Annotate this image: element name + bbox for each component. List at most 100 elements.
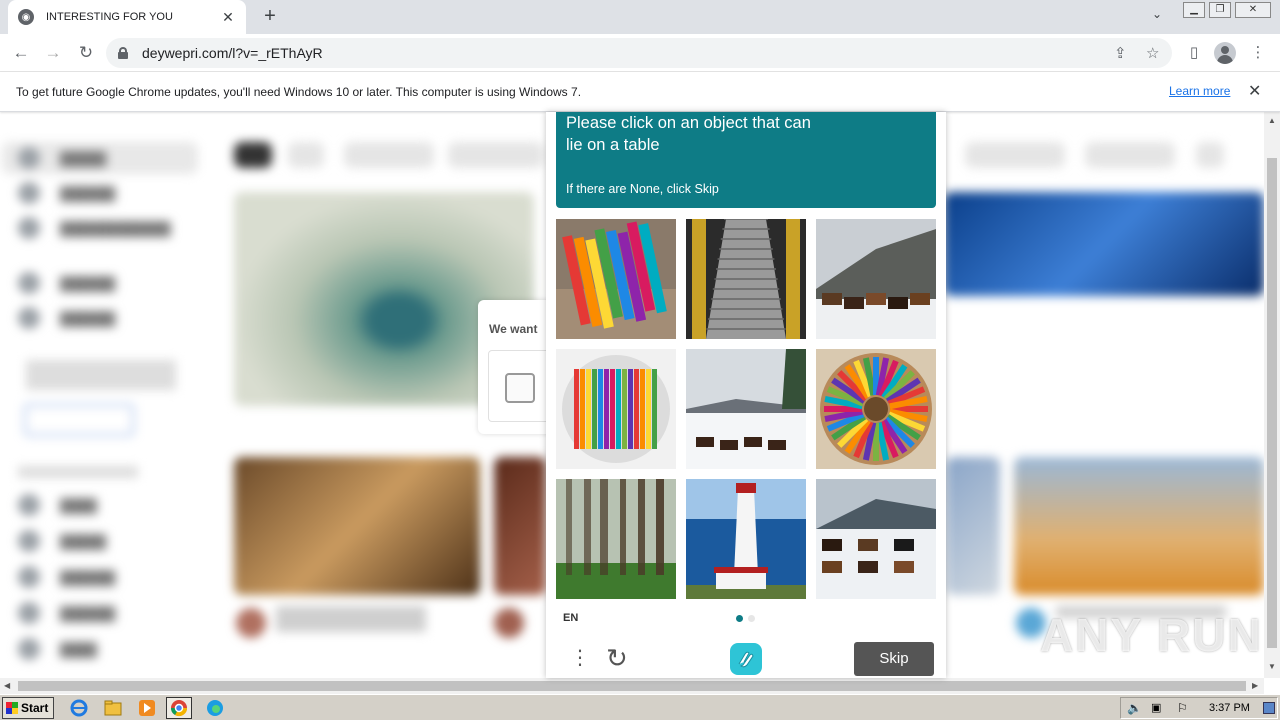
media-player-taskbar-icon[interactable] <box>134 697 160 719</box>
sidebar-row: ██████ <box>18 602 115 624</box>
human-checkbox[interactable] <box>505 373 535 403</box>
scroll-down-icon[interactable]: ▼ <box>1268 662 1276 671</box>
captcha-image-cows-snow-tree[interactable] <box>686 349 806 469</box>
home-icon <box>18 147 40 169</box>
captcha-image-art <box>556 349 676 469</box>
signin-blur <box>26 360 176 390</box>
show-desktop-icon[interactable] <box>1263 702 1275 714</box>
sidebar-row: ██████ <box>18 307 115 329</box>
chip-blur <box>288 142 324 168</box>
title-blur <box>276 606 426 632</box>
volume-icon[interactable]: 🔈 <box>1127 701 1142 715</box>
captcha-image-art <box>556 479 676 599</box>
phone-thumbnail <box>944 192 1264 296</box>
tab-close-icon[interactable]: ✕ <box>220 9 236 26</box>
captcha-image-lighthouse[interactable] <box>686 479 806 599</box>
explore-icon <box>18 182 40 204</box>
captcha-image-cows-mountain[interactable] <box>816 219 936 339</box>
chip-blur <box>965 142 1065 168</box>
forward-button[interactable]: → <box>42 42 64 64</box>
captcha-image-art <box>816 479 936 599</box>
share-icon[interactable]: ⇪ <box>1114 44 1127 62</box>
vertical-scrollbar[interactable]: ▲ ▼ <box>1264 112 1280 678</box>
restore-button[interactable]: ❐ <box>1209 2 1231 18</box>
lock-icon[interactable] <box>118 47 128 59</box>
infobar-message: To get future Google Chrome updates, you… <box>16 84 582 99</box>
captcha-image-colored-pencils-round[interactable] <box>556 349 676 469</box>
side-panel-icon[interactable]: ▯ <box>1184 43 1204 63</box>
address-bar[interactable]: deywepri.com/l?v=_rEThAyR ⇪ ☆ <box>106 38 1172 68</box>
captcha-image-foggy-forest[interactable] <box>556 479 676 599</box>
checkbox-card-text: We want <box>489 322 538 336</box>
bookmark-star-icon[interactable]: ☆ <box>1146 44 1159 62</box>
subscriptions-icon <box>18 217 40 239</box>
scroll-left-icon[interactable]: ◀ <box>4 681 10 690</box>
worker-thumbnail <box>1014 457 1264 595</box>
sidebar-blur-text: ██████ <box>60 185 116 201</box>
chip-blur <box>448 142 544 168</box>
chrome-taskbar-icon[interactable] <box>166 697 192 719</box>
sidebar-blur-text: █████ <box>60 150 107 166</box>
sidebar-row: ██████ <box>18 272 115 294</box>
back-button[interactable]: ← <box>10 42 32 64</box>
action-center-flag-icon[interactable]: ⚐ <box>1177 701 1188 715</box>
captcha-menu-icon[interactable]: ⋮ <box>570 648 590 668</box>
explorer-taskbar-icon[interactable] <box>100 697 126 719</box>
language-selector[interactable]: EN <box>563 612 578 624</box>
taskbar-clock[interactable]: 3:37 PM <box>1209 702 1250 714</box>
refresh-icon[interactable]: ↻ <box>606 644 628 672</box>
music-icon <box>18 494 40 516</box>
horizontal-scrollbar[interactable]: ◀ ▶ <box>0 678 1264 694</box>
scroll-up-icon[interactable]: ▲ <box>1268 116 1276 125</box>
chip-blur <box>234 142 272 168</box>
skip-button[interactable]: Skip <box>854 642 934 676</box>
sidebar-row: ████ <box>18 638 97 660</box>
browser-toolbar: ← → ↻ deywepri.com/l?v=_rEThAyR ⇪ ☆ ▯ ⋮ <box>0 34 1280 72</box>
sidebar-row: ██████ <box>18 566 115 588</box>
captcha-image-colored-pencils-cup[interactable] <box>556 219 676 339</box>
vertical-scroll-thumb[interactable] <box>1267 158 1277 648</box>
page-dot-active <box>736 615 743 622</box>
sidebar-blur-text: ████ <box>60 497 97 513</box>
movies-icon <box>18 602 40 624</box>
hcaptcha-logo-icon <box>730 643 762 675</box>
anyrun-watermark: ANY RUN <box>1040 609 1263 661</box>
minimize-button[interactable]: ▁ <box>1183 2 1205 18</box>
chip-blur <box>344 142 434 168</box>
sidebar-blur-text: ████████████ <box>60 220 171 236</box>
menu-kebab-icon[interactable]: ⋮ <box>1248 43 1268 63</box>
sidebar-row: ████████████ <box>18 217 171 239</box>
sidebar-blur-text: ████ <box>60 641 97 657</box>
captcha-image-colored-pencils-wheel[interactable] <box>816 349 936 469</box>
captcha-image-art <box>816 219 936 339</box>
captcha-image-escalator[interactable] <box>686 219 806 339</box>
url-text[interactable]: deywepri.com/l?v=_rEThAyR <box>142 45 323 61</box>
captcha-image-art <box>686 479 806 599</box>
browser-tab[interactable]: ◉ INTERESTING FOR YOU ✕ <box>8 0 246 34</box>
start-button[interactable]: Start <box>2 697 54 719</box>
captcha-challenge: Please click on an object that can lie o… <box>546 112 946 678</box>
ie-taskbar-icon[interactable] <box>66 697 92 719</box>
learn-more-link[interactable]: Learn more <box>1169 84 1230 98</box>
horizontal-scroll-thumb[interactable] <box>18 681 1246 691</box>
captcha-image-cows-snow-field[interactable] <box>816 479 936 599</box>
sidebar-row: █████ <box>18 147 106 169</box>
close-window-button[interactable]: ✕ <box>1235 2 1271 18</box>
library-icon <box>18 272 40 294</box>
profile-avatar[interactable] <box>1214 42 1236 64</box>
chip-blur <box>1085 142 1175 168</box>
tab-search-chevron-icon[interactable]: ⌄ <box>1152 7 1162 21</box>
new-tab-button[interactable]: + <box>258 4 282 28</box>
tab-title: INTERESTING FOR YOU <box>46 11 173 23</box>
edge-taskbar-icon[interactable] <box>202 697 228 719</box>
channel-avatar-blur <box>494 608 524 638</box>
captcha-image-art <box>686 219 806 339</box>
sidebar-row: █████ <box>18 530 106 552</box>
scroll-right-icon[interactable]: ▶ <box>1252 681 1258 690</box>
network-icon[interactable]: ▣ <box>1151 701 1161 714</box>
reload-button[interactable]: ↻ <box>75 42 97 64</box>
infobar-close-icon[interactable]: ✕ <box>1248 81 1261 101</box>
update-infobar: To get future Google Chrome updates, you… <box>0 72 1280 112</box>
best-of-blur <box>18 466 138 478</box>
signin-button-blur <box>24 404 134 436</box>
